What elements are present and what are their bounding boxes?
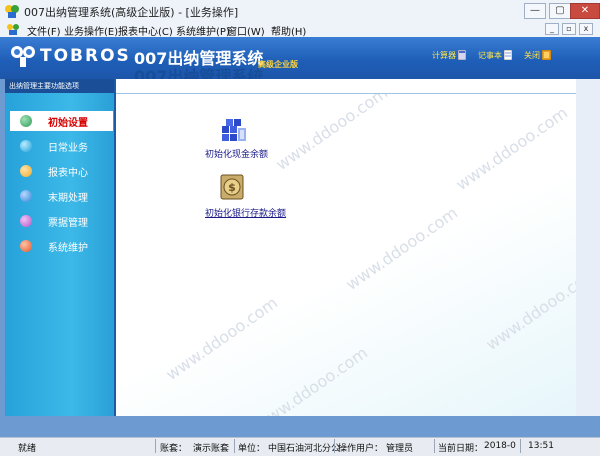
status-date-label: 当前日期： xyxy=(438,444,484,454)
watermark: www.ddooo.com xyxy=(272,82,392,175)
status-account-label: 账套： xyxy=(160,444,188,454)
sidebar-item-period-end[interactable]: 末期处理 xyxy=(10,186,110,206)
bullet-icon xyxy=(20,140,32,152)
bullet-icon xyxy=(20,115,32,127)
status-separator xyxy=(234,439,235,453)
bottom-frame xyxy=(0,416,600,437)
brand-name: TOBROS xyxy=(40,46,131,66)
status-time: 13:51 xyxy=(528,441,554,451)
init-bank-balance-link[interactable]: 初始化银行存款余额 xyxy=(205,206,286,219)
menu-help[interactable]: 帮助(H) xyxy=(271,23,306,38)
watermark: www.ddooo.com xyxy=(452,102,572,195)
status-separator xyxy=(155,439,156,453)
sidebar-item-label: 票据管理 xyxy=(48,218,88,229)
status-ready: 就绪 xyxy=(18,444,37,454)
watermark: www.ddooo.com xyxy=(162,292,282,385)
app-icon xyxy=(5,5,19,18)
tobros-logo-icon xyxy=(11,46,35,67)
svg-text:$: $ xyxy=(228,181,236,194)
watermark: www.ddooo.com xyxy=(342,202,462,295)
mdi-minimize-button[interactable]: _ xyxy=(545,23,559,35)
status-separator xyxy=(520,439,521,453)
mdi-close-button[interactable]: x xyxy=(579,23,593,35)
close-button[interactable]: ✕ xyxy=(570,3,600,19)
sidebar-item-bill-management[interactable]: 票据管理 xyxy=(10,211,110,231)
watermark: www.ddooo.com xyxy=(252,342,372,416)
calculator-link[interactable]: 计算器 xyxy=(432,50,456,61)
restore-button[interactable]: ▢ xyxy=(549,3,571,19)
sidebar-item-system-maintenance[interactable]: 系统维护 xyxy=(10,236,110,256)
sidebar-header: 出纳管理主要功能选项 xyxy=(5,79,115,93)
close-link[interactable]: 关闭 xyxy=(524,50,540,61)
mdi-restore-button[interactable]: ▫ xyxy=(562,23,576,35)
menu-business[interactable]: 业务操作(E) xyxy=(64,23,118,38)
minimize-button[interactable]: — xyxy=(524,3,546,19)
sidebar-item-report-center[interactable]: 报表中心 xyxy=(10,161,110,181)
notepad-link[interactable]: 记事本 xyxy=(478,50,502,61)
menu-maintenance[interactable]: 系统维护(P) xyxy=(176,23,230,38)
sidebar-item-label: 初始设置 xyxy=(48,118,88,129)
content-area: www.ddooo.com www.ddooo.com www.ddooo.co… xyxy=(116,79,576,416)
menu-window[interactable]: 窗口(W) xyxy=(227,23,265,38)
status-unit-label: 单位： xyxy=(238,444,266,454)
sidebar-item-label: 报表中心 xyxy=(48,168,88,179)
bullet-icon xyxy=(20,240,32,252)
init-cash-balance-link[interactable]: 初始化现金余额 xyxy=(205,147,268,160)
bullet-icon xyxy=(20,215,32,227)
status-account: 演示账套 xyxy=(193,444,230,454)
sidebar-item-label: 末期处理 xyxy=(48,193,88,204)
system-menu-icon[interactable] xyxy=(6,23,20,36)
sidebar-item-label: 日常业务 xyxy=(48,143,88,154)
status-separator xyxy=(334,439,335,453)
window-right-edge xyxy=(576,79,600,416)
status-date: 2018-0 xyxy=(484,441,516,451)
bank-coin-icon[interactable]: $ xyxy=(218,173,246,201)
status-user: 管理员 xyxy=(386,444,414,454)
title-bar: 007出纳管理系统(高级企业版) - [业务操作] xyxy=(0,0,600,23)
bullet-icon xyxy=(20,190,32,202)
status-separator xyxy=(434,439,435,453)
watermark: www.ddooo.com xyxy=(482,262,576,355)
close-icon[interactable] xyxy=(542,50,551,60)
cash-blocks-icon[interactable] xyxy=(220,116,248,144)
menu-file[interactable]: 文件(F) xyxy=(27,23,61,38)
status-user-label: 操作用户： xyxy=(338,444,384,454)
sidebar-item-label: 系统维护 xyxy=(48,243,88,254)
sidebar-item-initial-settings[interactable]: 初始设置 xyxy=(10,111,113,131)
menu-reports[interactable]: 报表中心(C) xyxy=(118,23,173,38)
sidebar-item-daily-business[interactable]: 日常业务 xyxy=(10,136,110,156)
bullet-icon xyxy=(20,165,32,177)
product-title: 007出纳管理系统 xyxy=(134,49,264,68)
status-unit: 中国石油河北分公 xyxy=(268,444,341,454)
calculator-icon[interactable] xyxy=(458,50,466,60)
notepad-icon[interactable] xyxy=(504,50,512,60)
edition-label: 高级企业版 xyxy=(258,60,298,69)
window-title: 007出纳管理系统(高级企业版) - [业务操作] xyxy=(24,6,239,19)
content-header-strip xyxy=(116,79,576,94)
